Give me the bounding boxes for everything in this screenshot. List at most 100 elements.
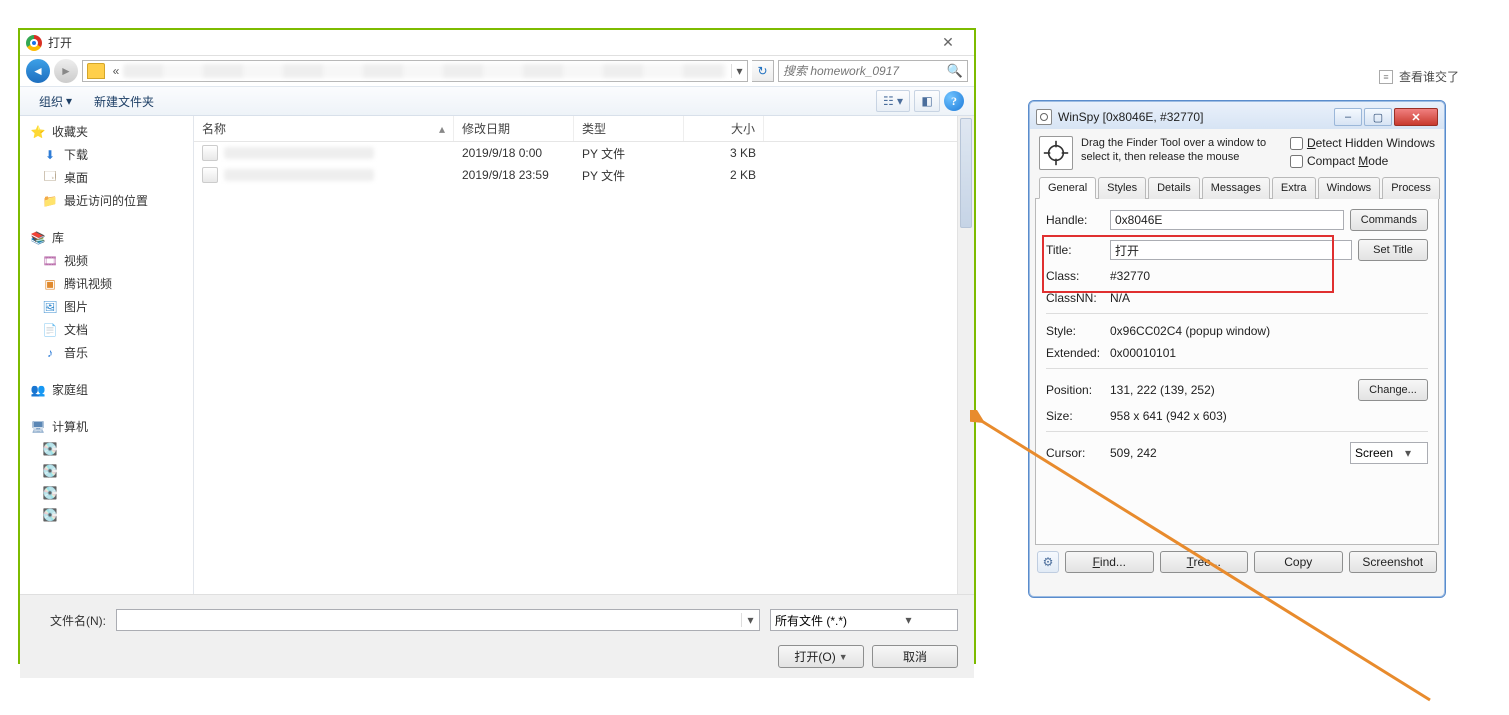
sidebar-drive-blur3[interactable]: 💽 [20,482,193,504]
handle-label: Handle: [1046,213,1104,227]
sidebar-music[interactable]: ♪音乐 [20,341,193,364]
change-button[interactable]: Change... [1358,379,1428,401]
tab-messages[interactable]: Messages [1202,177,1270,199]
new-folder-button[interactable]: 新建文件夹 [85,89,163,114]
sidebar-favorites[interactable]: ⭐收藏夹 [20,120,193,143]
winspy-app-icon [1036,109,1052,125]
col-size[interactable]: 大小 [684,116,764,141]
list-item[interactable]: 2019/9/18 0:00 PY 文件 3 KB [194,142,974,164]
scrollbar-thumb[interactable] [960,118,972,228]
filename-blurred [224,169,374,181]
commands-button[interactable]: Commands [1350,209,1428,231]
back-button[interactable]: ◄ [26,59,50,83]
dialog-bottom: 文件名(N): ▾ 所有文件 (*.*) ▾ 打开(O)▼ 取消 [20,594,974,678]
list-icon: ≡ [1379,70,1393,84]
title-value[interactable]: 打开 [1110,240,1352,260]
screenshot-button[interactable]: Screenshot [1349,551,1438,573]
sidebar-pictures[interactable]: 🖼图片 [20,295,193,318]
settings-button[interactable]: ⚙ [1037,551,1059,573]
style-label: Style: [1046,324,1104,338]
col-name[interactable]: 名称▴ [194,116,454,141]
minimize-button[interactable]: – [1334,108,1362,126]
maximize-button[interactable]: ▢ [1364,108,1392,126]
chevron-down-icon[interactable]: ▾ [741,613,759,627]
tab-windows[interactable]: Windows [1318,177,1381,199]
finder-tool[interactable] [1039,136,1073,170]
sidebar-downloads[interactable]: ⬇下载 [20,143,193,166]
search-input[interactable] [783,64,947,78]
sidebar-libraries[interactable]: 📚库 [20,226,193,249]
cursor-value: 509, 242 [1110,446,1344,460]
sidebar-documents[interactable]: 📄文档 [20,318,193,341]
forward-button[interactable]: ► [54,59,78,83]
chevron-down-icon: ▾ [1393,446,1423,460]
file-icon [202,167,218,183]
view-mode-button[interactable]: ☷ ▾ [876,90,910,112]
tab-general[interactable]: General [1039,177,1096,199]
detect-hidden-checkbox[interactable]: Detect Hidden Windows [1290,136,1435,150]
list-item[interactable]: 2019/9/18 23:59 PY 文件 2 KB [194,164,974,186]
handle-value[interactable]: 0x8046E [1110,210,1344,230]
sidebar-drive-blur1[interactable]: 💽 [20,438,193,460]
close-button[interactable]: ✕ [928,34,968,51]
sidebar-drive-blur4[interactable]: 💽 [20,504,193,526]
chevron-down-icon: ▾ [66,94,72,108]
drive-icon: 💽 [42,485,58,501]
tab-extra[interactable]: Extra [1272,177,1316,199]
extended-value: 0x00010101 [1110,346,1428,360]
crosshair-icon [1043,140,1069,166]
sidebar-videos[interactable]: 🎞视频 [20,249,193,272]
file-icon [202,145,218,161]
filename-input[interactable] [117,613,741,627]
file-list: 名称▴ 修改日期 类型 大小 2019/9/18 0:00 PY 文件 3 KB… [194,116,974,594]
preview-pane-button[interactable]: ◧ [914,90,940,112]
desktop-icon: 🗔 [42,170,58,186]
refresh-button[interactable]: ↻ [752,60,774,82]
size-label: Size: [1046,409,1104,423]
computer-icon: 🖥 [30,419,46,435]
sidebar-homegroup[interactable]: 👥家庭组 [20,378,193,401]
col-date[interactable]: 修改日期 [454,116,574,141]
path-dropdown-icon[interactable]: ▾ [731,64,747,78]
help-button[interactable]: ? [944,91,964,111]
open-button[interactable]: 打开(O)▼ [778,645,864,668]
path-blurred [123,64,727,78]
organize-button[interactable]: 组织▾ [30,89,81,114]
filename-label: 文件名(N): [36,612,106,629]
cursor-mode-combo[interactable]: Screen▾ [1350,442,1428,464]
homegroup-icon: 👥 [30,382,46,398]
tab-process[interactable]: Process [1382,177,1440,199]
tree-button[interactable]: Tree... [1160,551,1249,573]
col-type[interactable]: 类型 [574,116,684,141]
filename-combobox[interactable]: ▾ [116,609,760,631]
video-icon: 🎞 [42,253,58,269]
download-icon: ⬇ [42,147,58,163]
cursor-label: Cursor: [1046,446,1104,460]
style-value: 0x96CC02C4 (popup window) [1110,324,1428,338]
set-title-button[interactable]: Set Title [1358,239,1428,261]
breadcrumb[interactable]: « ▾ [82,60,748,82]
music-icon: ♪ [42,345,58,361]
sidebar-drive-blur2[interactable]: 💽 [20,460,193,482]
star-icon: ⭐ [30,124,46,140]
copy-button[interactable]: Copy [1254,551,1343,573]
tab-details[interactable]: Details [1148,177,1200,199]
cancel-button[interactable]: 取消 [872,645,958,668]
submissions-link[interactable]: ≡ 查看谁交了 [1379,68,1459,85]
drive-icon: 💽 [42,463,58,479]
search-box[interactable]: 🔍 [778,60,968,82]
sidebar-tencent-video[interactable]: ▣腾讯视频 [20,272,193,295]
compact-mode-checkbox[interactable]: Compact Mode [1290,154,1435,168]
chevron-down-icon: ▾ [864,613,953,627]
split-chevron-icon: ▼ [839,652,848,662]
sidebar-desktop[interactable]: 🗔桌面 [20,166,193,189]
winspy-titlebar[interactable]: WinSpy [0x8046E, #32770] – ▢ ✕ [1033,105,1441,129]
filetype-filter[interactable]: 所有文件 (*.*) ▾ [770,609,958,631]
sidebar-computer[interactable]: 🖥计算机 [20,415,193,438]
find-button[interactable]: Find... [1065,551,1154,573]
sidebar-recent[interactable]: 📁最近访问的位置 [20,189,193,212]
submissions-label: 查看谁交了 [1399,68,1459,85]
tab-styles[interactable]: Styles [1098,177,1146,199]
vertical-scrollbar[interactable] [957,116,974,594]
close-button[interactable]: ✕ [1394,108,1438,126]
